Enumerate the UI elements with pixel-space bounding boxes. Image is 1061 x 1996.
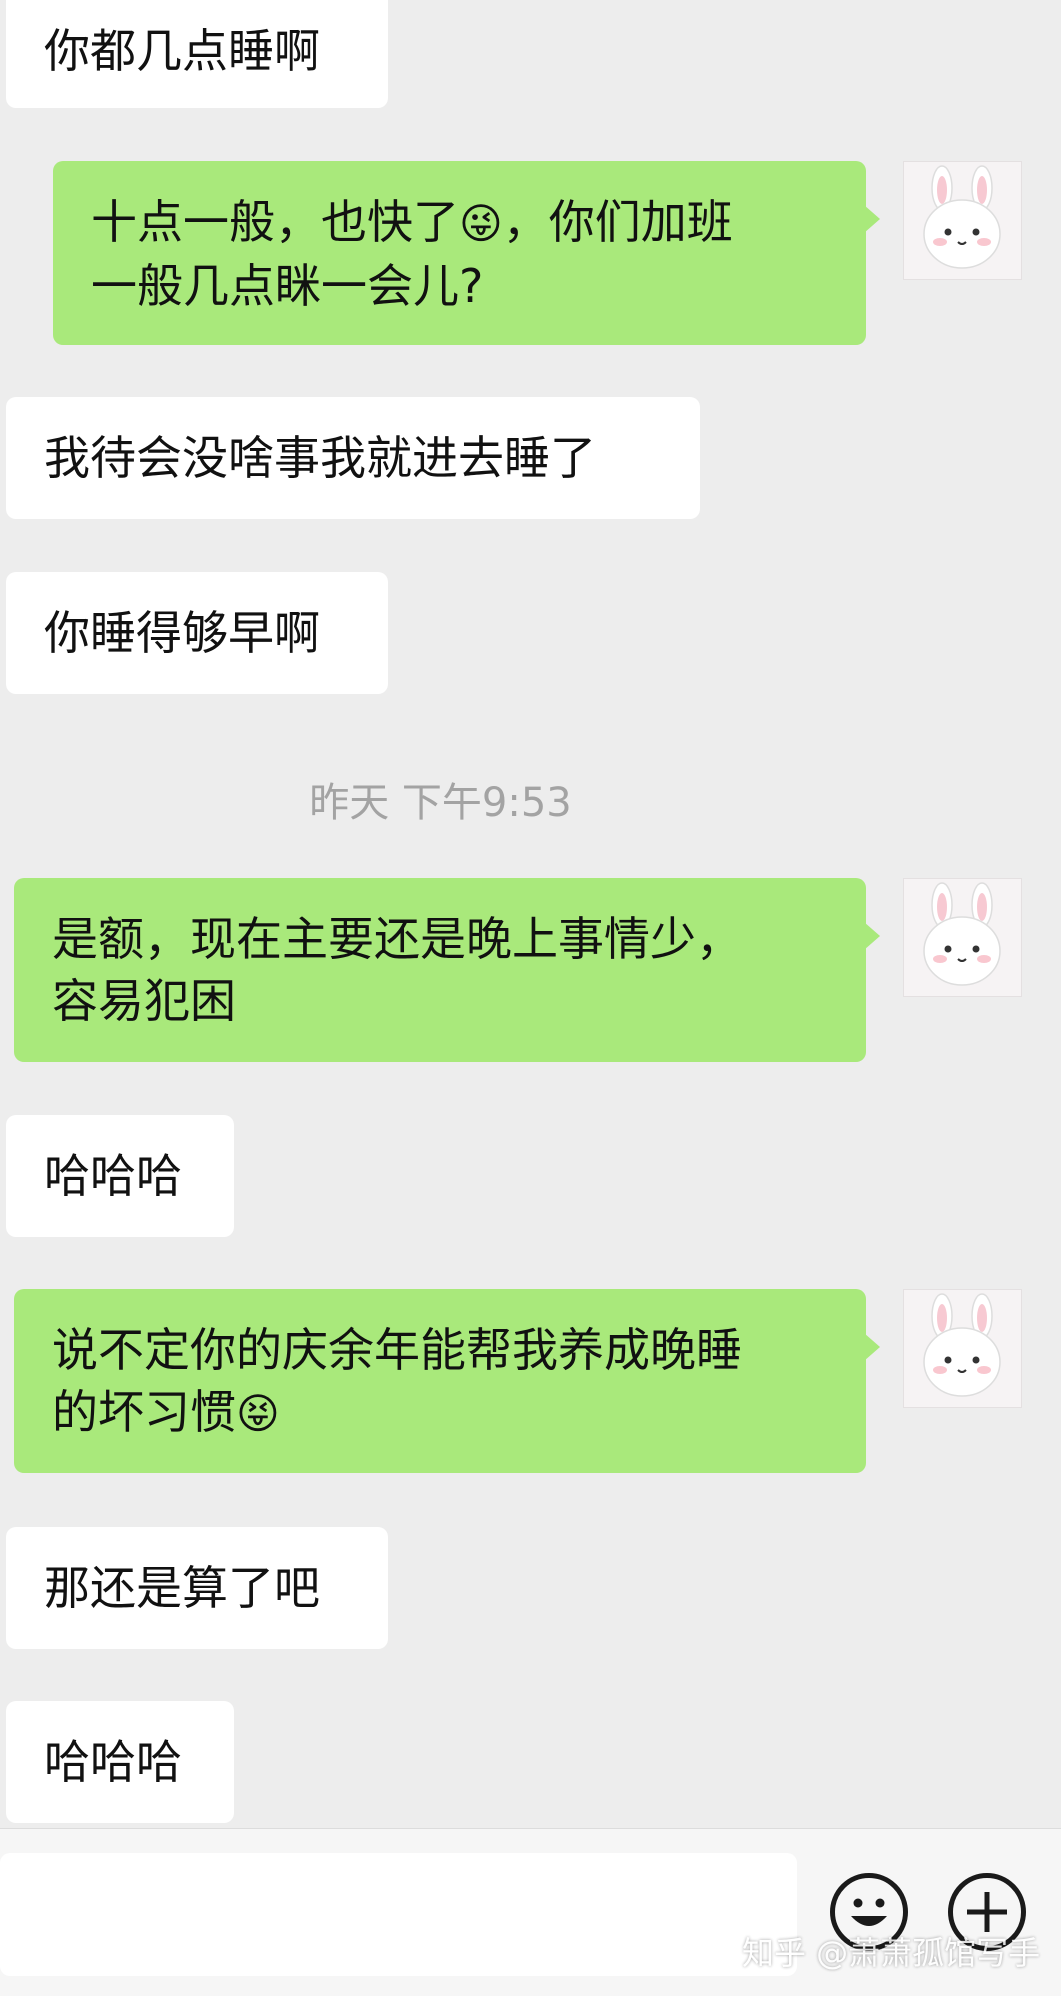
message-text: 你睡得够早啊 — [44, 606, 320, 660]
message-bubble-sent[interactable]: 是额，现在主要还是晚上事情少， 容易犯困 — [14, 878, 880, 1062]
message-bubble-received[interactable]: 那还是算了吧 — [6, 1527, 388, 1649]
user-avatar[interactable] — [903, 1289, 1022, 1408]
message-bubble-received[interactable]: 哈哈哈 — [6, 1115, 234, 1237]
message-text: 一般几点眯一会儿? — [91, 259, 484, 313]
watermark-text: 知乎 @萧萧孤馆写手 — [742, 1934, 1041, 1972]
message-bubble-sent[interactable]: 十点一般，也快了😜，你们加班 一般几点眯一会儿? — [53, 161, 880, 345]
message-text: 说不定你的庆余年能帮我养成晚睡 — [52, 1323, 742, 1377]
message-bubble-received[interactable]: 哈哈哈 — [6, 1701, 234, 1823]
message-text: 是额，现在主要还是晚上事情少， — [52, 912, 742, 966]
message-timestamp: 昨天 下午9:53 — [309, 780, 572, 826]
message-input[interactable] — [0, 1853, 797, 1976]
bunny-avatar-icon — [923, 882, 1001, 986]
message-bubble-received[interactable]: 你睡得够早啊 — [6, 572, 388, 694]
message-text: 那还是算了吧 — [44, 1561, 320, 1615]
bunny-avatar-icon — [923, 165, 1001, 269]
message-text: 的坏习惯 — [52, 1385, 236, 1439]
user-avatar[interactable] — [903, 161, 1022, 280]
message-bubble-sent[interactable]: 说不定你的庆余年能帮我养成晚睡 的坏习惯😝 — [14, 1289, 880, 1473]
chat-area[interactable]: 你都几点睡啊 十点一般，也快了😜，你们加班 一般几点眯一会儿? 我待会没啥事我就… — [0, 0, 1061, 1828]
message-text: ，你们加班 — [502, 195, 733, 249]
message-bubble-received[interactable]: 你都几点睡啊 — [6, 0, 388, 108]
bunny-avatar-icon — [923, 1293, 1001, 1397]
message-text: 哈哈哈 — [44, 1735, 182, 1789]
squinting-tongue-emoji-icon: 😝 — [236, 1389, 280, 1438]
message-text: 十点一般，也快了 — [91, 195, 459, 249]
message-text: 你都几点睡啊 — [44, 24, 320, 78]
user-avatar[interactable] — [903, 878, 1022, 997]
winking-tongue-emoji-icon: 😜 — [459, 199, 503, 248]
message-bubble-received[interactable]: 我待会没啥事我就进去睡了 — [6, 397, 700, 519]
message-text: 哈哈哈 — [44, 1149, 182, 1203]
message-text: 我待会没啥事我就进去睡了 — [44, 431, 596, 485]
message-text: 容易犯困 — [52, 974, 236, 1028]
